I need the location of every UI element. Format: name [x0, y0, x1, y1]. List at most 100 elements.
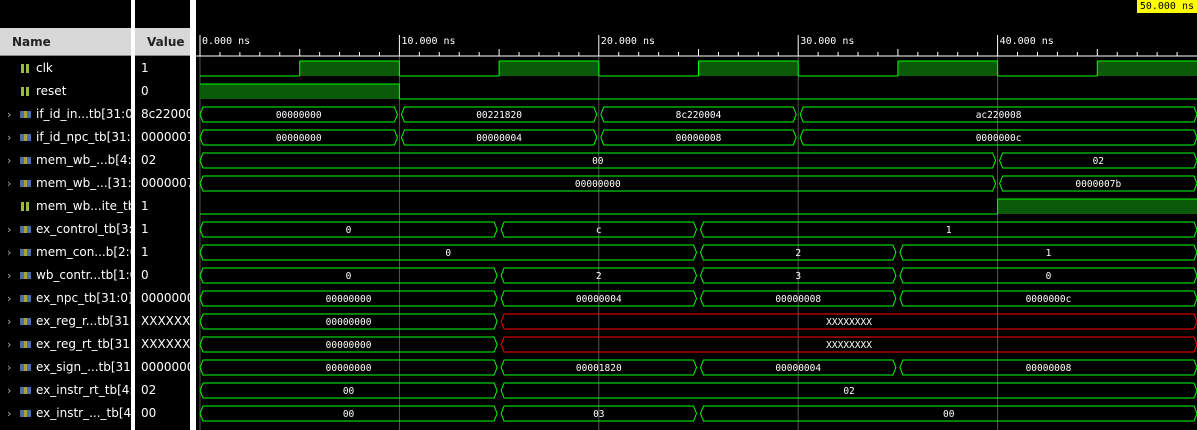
waveform-row[interactable]: 00000000 00221820 8c220004 ac220008 [199, 106, 1197, 123]
signal-value: 1 [141, 61, 149, 75]
waveform-row[interactable]: 00000000 00000004 00000008 0000000c [199, 129, 1197, 146]
expand-chevron-icon[interactable]: › [7, 218, 11, 241]
bus-value-label: 2 [596, 271, 602, 282]
waveform-row[interactable]: 00000000 0000007b [199, 175, 1197, 192]
signal-row[interactable]: clk [0, 57, 131, 80]
expand-chevron-icon[interactable]: › [7, 126, 11, 149]
waveform-row[interactable]: 00000000 00001820 00000004 00000008 [199, 359, 1197, 376]
expand-chevron-icon[interactable]: › [7, 333, 11, 356]
signal-name: ex_sign_...tb[31:0] [36, 360, 131, 374]
expand-chevron-icon[interactable]: › [7, 356, 11, 379]
signal-name: mem_wb_...b[4:0] [36, 153, 131, 167]
waveform-row[interactable]: 0 2 1 [199, 244, 1197, 261]
signal-row[interactable]: › ex_instr_rt_tb[4:0] [0, 379, 131, 402]
signal-name: ex_reg_r...tb[31:0] [36, 314, 131, 328]
waveform-viewer[interactable]: 0.000 ns 10.000 ns 20.000 ns 30.000 ns 40.00… [196, 0, 1197, 430]
signal-name: wb_contr...tb[1:0] [36, 268, 131, 282]
expand-chevron-icon[interactable]: › [7, 172, 11, 195]
signal-name: mem_con...b[2:0] [36, 245, 131, 259]
waveform-row[interactable]: 0 c 1 [199, 221, 1197, 238]
value-column-header[interactable]: Value [132, 28, 190, 56]
signal-name: mem_wb...ite_tb [36, 199, 131, 213]
expand-chevron-icon[interactable]: › [7, 103, 11, 126]
signal-row[interactable]: › ex_reg_rt_tb[31:0] [0, 333, 131, 356]
waveform-row[interactable]: 00 02 [199, 152, 1197, 169]
signal-name: ex_instr_rt_tb[4:0] [36, 383, 131, 397]
signal-row[interactable]: › mem_wb_...b[4:0] [0, 149, 131, 172]
waveform-row[interactable] [200, 198, 1197, 215]
signal-value: 00 [141, 406, 157, 420]
signal-row[interactable]: › ex_sign_...tb[31:0] [0, 356, 131, 379]
bus-value-label: 00000000 [326, 363, 372, 374]
bus-value-label: 0 [1046, 271, 1052, 282]
waveform-row[interactable] [200, 60, 1197, 77]
bus-value-label: 1 [946, 225, 952, 236]
signal-row[interactable]: › mem_con...b[2:0] [0, 241, 131, 264]
signal-value: 0000007b [141, 176, 192, 190]
high-level-fill [698, 61, 799, 76]
signal-name: ex_instr_..._tb[4:0] [36, 406, 131, 420]
bus-value-label: ac220008 [976, 110, 1022, 121]
signal-name: clk [36, 61, 53, 75]
signal-name: if_id_in...tb[31:0] [36, 107, 131, 121]
signal-row[interactable]: › ex_instr_..._tb[4:0] [0, 402, 131, 425]
bus-signal-icon [20, 134, 31, 141]
bit-signal-icon [21, 202, 29, 211]
waveform-canvas[interactable]: 0.000 ns 10.000 ns 20.000 ns 30.000 ns 40.00… [196, 0, 1197, 430]
signal-row[interactable]: › if_id_in...tb[31:0] [0, 103, 131, 126]
bus-value-label: 00000004 [476, 133, 522, 144]
bus-signal-icon [20, 410, 31, 417]
expand-chevron-icon[interactable]: › [7, 149, 11, 172]
bus-value-label: 03 [593, 409, 604, 420]
bus-value-label: 0000007b [1075, 179, 1121, 190]
bus-signal-icon [20, 272, 31, 279]
bus-signal-icon [20, 364, 31, 371]
bus-signal-icon [20, 295, 31, 302]
signal-row[interactable]: › wb_contr...tb[1:0] [0, 264, 131, 287]
bus-value-label: 00 [592, 156, 604, 167]
signal-name: ex_control_tb[3:0] [36, 222, 131, 236]
signal-row[interactable]: › if_id_npc_tb[31:0] [0, 126, 131, 149]
bus-signal-icon [20, 318, 31, 325]
waveform-row[interactable]: 00000000 XXXXXXXX [199, 336, 1197, 353]
waveform-row[interactable]: 00 02 [199, 382, 1197, 399]
bus-value-label: 8c220004 [676, 110, 722, 121]
bus-value-label: 00221820 [476, 110, 522, 121]
bus-signal-icon [20, 111, 31, 118]
expand-chevron-icon[interactable]: › [7, 402, 11, 425]
bus-value-label: c [596, 225, 602, 236]
bus-value-label: 00000004 [775, 363, 821, 374]
expand-chevron-icon[interactable]: › [7, 287, 11, 310]
signal-name: reset [36, 84, 67, 98]
signal-row[interactable]: › ex_npc_tb[31:0] [0, 287, 131, 310]
signal-value: XXXXXXXX [141, 337, 192, 351]
signal-row[interactable]: › mem_wb_...[31:0] [0, 172, 131, 195]
waveform-row[interactable]: 00000000 00000004 00000008 0000000c [199, 290, 1197, 307]
expand-chevron-icon[interactable]: › [7, 310, 11, 333]
bus-signal-icon [20, 226, 31, 233]
bus-value-label: 00000000 [276, 133, 322, 144]
panel-splitter[interactable] [131, 0, 135, 430]
expand-chevron-icon[interactable]: › [7, 241, 11, 264]
bus-value-label: XXXXXXXX [826, 340, 872, 351]
bus-value-label: 0 [346, 225, 352, 236]
bus-value-label: 0 [445, 248, 451, 259]
signal-row[interactable]: mem_wb...ite_tb [0, 195, 131, 218]
name-column-header[interactable]: Name [0, 28, 131, 56]
signal-value: 02 [141, 383, 157, 397]
waveform-row[interactable]: 00000000 XXXXXXXX [199, 313, 1197, 330]
bus-value-label: 0 [346, 271, 352, 282]
waveform-row[interactable]: 00 03 00 [199, 405, 1197, 422]
signal-value: XXXXXXXX [141, 314, 192, 328]
bus-value-label: 00 [343, 409, 355, 420]
waveform-row[interactable] [200, 83, 1197, 100]
signal-row[interactable]: › ex_control_tb[3:0] [0, 218, 131, 241]
waveform-row[interactable]: 0 2 3 0 [199, 267, 1197, 284]
expand-chevron-icon[interactable]: › [7, 379, 11, 402]
signal-row[interactable]: › ex_reg_r...tb[31:0] [0, 310, 131, 333]
cursor-time-marker[interactable]: 50.000 ns [1136, 0, 1197, 13]
signal-row[interactable]: reset [0, 80, 131, 103]
bus-value-label: 00000000 [326, 294, 372, 305]
expand-chevron-icon[interactable]: › [7, 264, 11, 287]
high-level-fill [299, 61, 400, 76]
